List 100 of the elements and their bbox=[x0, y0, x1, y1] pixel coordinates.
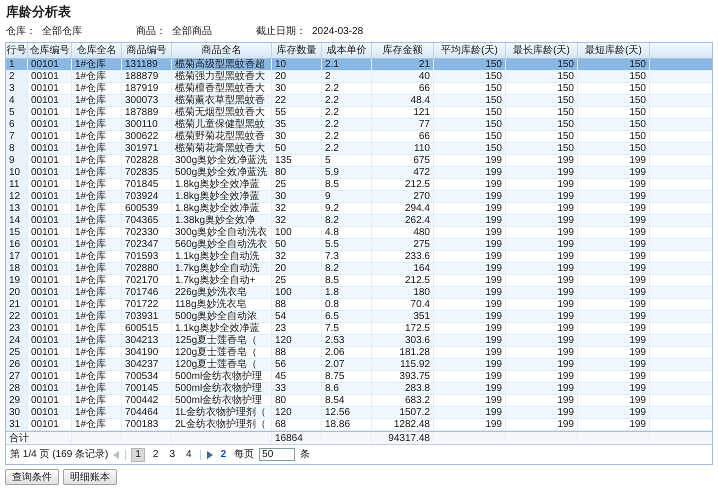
column-header[interactable]: 最短库龄(天) bbox=[578, 43, 650, 58]
column-header[interactable]: 商品编号 bbox=[122, 43, 172, 58]
table-cell: 304213 bbox=[122, 335, 172, 346]
table-cell: 00101 bbox=[28, 191, 72, 202]
table-row[interactable]: 29 00101 1#仓库 700442 500ml金纺衣物护理 80 8.54 683.2 199 199 199 bbox=[6, 395, 712, 407]
column-header[interactable]: 行号 bbox=[6, 43, 28, 58]
table-cell: 150 bbox=[434, 119, 506, 130]
table-row[interactable]: 13 00101 1#仓库 600539 1.8kg奥妙全效净蓝 32 9.2 294.4 199 199 199 bbox=[6, 203, 712, 215]
table-cell: 704464 bbox=[122, 407, 172, 418]
column-header[interactable]: 平均库龄(天) bbox=[434, 43, 506, 58]
table-row[interactable]: 17 00101 1#仓库 701593 1.1kg奥妙全自动洗 32 7.3 233.6 199 199 199 bbox=[6, 251, 712, 263]
table-row[interactable]: 14 00101 1#仓库 704365 1.38kg奥妙全效净 32 8.2 262.4 199 199 199 bbox=[6, 215, 712, 227]
table-cell: 88 bbox=[272, 347, 322, 358]
table-row[interactable]: 15 00101 1#仓库 702330 300g奥妙全自动洗衣 100 4.8 480 199 199 199 bbox=[6, 227, 712, 239]
table-row[interactable]: 23 00101 1#仓库 600515 1.1kg奥妙全效净蓝 23 7.5 172.5 199 199 199 bbox=[6, 323, 712, 335]
table-cell: 1.7kg奥妙全自动洗 bbox=[172, 263, 272, 274]
row-number: 11 bbox=[6, 179, 28, 190]
table-cell: 1#仓库 bbox=[72, 227, 122, 238]
table-cell: 199 bbox=[506, 239, 578, 250]
table-row[interactable]: 10 00101 1#仓库 702835 500g奥妙全效净蓝洗 80 5.9 472 199 199 199 bbox=[6, 167, 712, 179]
table-cell: 5 bbox=[322, 155, 372, 166]
table-row[interactable]: 18 00101 1#仓库 702880 1.7kg奥妙全自动洗 20 8.2 164 199 199 199 bbox=[6, 263, 712, 275]
table-cell: 150 bbox=[434, 59, 506, 70]
row-number: 15 bbox=[6, 227, 28, 238]
table-cell: 1#仓库 bbox=[72, 239, 122, 250]
table-cell: 1.1kg奥妙全自动洗 bbox=[172, 251, 272, 262]
page-link[interactable]: 4 bbox=[183, 448, 195, 460]
table-row[interactable]: 24 00101 1#仓库 304213 125g夏士莲香皂（ 120 2.53 303.6 199 199 199 bbox=[6, 335, 712, 347]
table-row[interactable]: 11 00101 1#仓库 701845 1.8kg奥妙全效净蓝 25 8.5 212.5 199 199 199 bbox=[6, 179, 712, 191]
column-header[interactable]: 库存数量 bbox=[272, 43, 322, 58]
column-header[interactable]: 库存金额 bbox=[372, 43, 434, 58]
table-cell: 00101 bbox=[28, 203, 72, 214]
page-link[interactable]: 3 bbox=[166, 448, 178, 460]
table-cell: 2.2 bbox=[322, 107, 372, 118]
row-number: 23 bbox=[6, 323, 28, 334]
table-row[interactable]: 16 00101 1#仓库 702347 560g奥妙全自动洗衣 50 5.5 275 199 199 199 bbox=[6, 239, 712, 251]
table-cell: 00101 bbox=[28, 383, 72, 394]
table-row[interactable]: 3 00101 1#仓库 187919 榄菊檀香型黑蚊香大 30 2.2 66 150 150 150 bbox=[6, 83, 712, 95]
table-cell: 1#仓库 bbox=[72, 359, 122, 370]
table-cell: 199 bbox=[578, 263, 650, 274]
table-row[interactable]: 4 00101 1#仓库 300073 榄菊薰衣草型黑蚊香 22 2.2 48.4 150 150 150 bbox=[6, 95, 712, 107]
table-cell: 48.4 bbox=[372, 95, 434, 106]
table-row[interactable]: 1 00101 1#仓库 131189 榄菊高级型黑蚊香超 10 2.1 21 150 150 150 bbox=[6, 59, 712, 71]
page-link[interactable]: 2 bbox=[150, 448, 162, 460]
row-number: 3 bbox=[6, 83, 28, 94]
table-cell: 131189 bbox=[122, 59, 172, 70]
column-header[interactable]: 最长库龄(天) bbox=[506, 43, 578, 58]
table-cell: 6.5 bbox=[322, 311, 372, 322]
toolbar-button[interactable]: 查询条件 bbox=[5, 469, 59, 485]
table-cell: 榄菊无烟型黑蚊香大 bbox=[172, 107, 272, 118]
table-cell: 472 bbox=[372, 167, 434, 178]
table-cell: 5.9 bbox=[322, 167, 372, 178]
table-cell: 00101 bbox=[28, 239, 72, 250]
table-cell: 1#仓库 bbox=[72, 311, 122, 322]
table-row[interactable]: 19 00101 1#仓库 702170 1.7kg奥妙全自动+ 25 8.5 212.5 199 199 199 bbox=[6, 275, 712, 287]
table-row[interactable]: 7 00101 1#仓库 300622 榄菊野菊花型黑蚊香 30 2.2 66 150 150 150 bbox=[6, 131, 712, 143]
column-header[interactable]: 成本单价 bbox=[322, 43, 372, 58]
table-row[interactable]: 26 00101 1#仓库 304237 120g夏士莲香皂（ 56 2.07 115.92 199 199 199 bbox=[6, 359, 712, 371]
row-number: 6 bbox=[6, 119, 28, 130]
table-cell: 500g奥妙全自动浓 bbox=[172, 311, 272, 322]
table-cell: 199 bbox=[578, 383, 650, 394]
table-cell: 199 bbox=[434, 215, 506, 226]
table-row[interactable]: 8 00101 1#仓库 301971 榄菊菊花膏黑蚊香大 50 2.2 110 150 150 150 bbox=[6, 143, 712, 155]
table-row[interactable]: 20 00101 1#仓库 701746 226g奥妙洗衣皂 100 1.8 180 199 199 199 bbox=[6, 287, 712, 299]
table-row[interactable]: 12 00101 1#仓库 703924 1.8kg奥妙全效净蓝 30 9 270 199 199 199 bbox=[6, 191, 712, 203]
table-cell: 199 bbox=[506, 287, 578, 298]
table-row[interactable]: 31 00101 1#仓库 700183 2L金纺衣物护理剂（ 68 18.86 1282.48 199 199 199 bbox=[6, 419, 712, 431]
table-cell: 121 bbox=[372, 107, 434, 118]
table-cell: 700534 bbox=[122, 371, 172, 382]
table-row[interactable]: 21 00101 1#仓库 701722 118g奥妙洗衣皂 88 0.8 70.4 199 199 199 bbox=[6, 299, 712, 311]
table-cell: 199 bbox=[578, 395, 650, 406]
jump-page-link[interactable]: 2 bbox=[218, 447, 230, 462]
page-link[interactable]: 1 bbox=[131, 448, 145, 462]
table-cell: 1#仓库 bbox=[72, 371, 122, 382]
toolbar-button[interactable]: 明细账本 bbox=[63, 469, 117, 485]
table-cell: 600515 bbox=[122, 323, 172, 334]
table-row[interactable]: 2 00101 1#仓库 188879 榄菊强力型黑蚊香大 20 2 40 150 150 150 bbox=[6, 71, 712, 83]
column-header[interactable]: 商品全名 bbox=[172, 43, 272, 58]
table-cell: 1#仓库 bbox=[72, 263, 122, 274]
next-page-icon[interactable] bbox=[206, 450, 213, 458]
table-cell: 00101 bbox=[28, 419, 72, 430]
table-cell: 199 bbox=[506, 419, 578, 430]
per-page-input[interactable]: 50 bbox=[259, 448, 296, 461]
column-header[interactable]: 仓库全名 bbox=[72, 43, 122, 58]
table-row[interactable]: 6 00101 1#仓库 300110 榄菊儿童保健型黑蚊 35 2.2 77 150 150 150 bbox=[6, 119, 712, 131]
table-cell: 199 bbox=[434, 299, 506, 310]
table-cell: 199 bbox=[434, 311, 506, 322]
table-cell: 00101 bbox=[28, 167, 72, 178]
table-row[interactable]: 28 00101 1#仓库 700145 500ml金纺衣物护理 33 8.6 283.8 199 199 199 bbox=[6, 383, 712, 395]
table-row[interactable]: 5 00101 1#仓库 187889 榄菊无烟型黑蚊香大 55 2.2 121 150 150 150 bbox=[6, 107, 712, 119]
table-cell: 199 bbox=[506, 215, 578, 226]
table-row[interactable]: 27 00101 1#仓库 700534 500ml金纺衣物护理 45 8.75 393.75 199 199 199 bbox=[6, 371, 712, 383]
table-row[interactable]: 22 00101 1#仓库 703931 500g奥妙全自动浓 54 6.5 351 199 199 199 bbox=[6, 311, 712, 323]
table-row[interactable]: 25 00101 1#仓库 304190 120g夏士莲香皂（ 88 2.06 181.28 199 199 199 bbox=[6, 347, 712, 359]
table-cell: 1#仓库 bbox=[72, 131, 122, 142]
table-row[interactable]: 9 00101 1#仓库 702828 300g奥妙全效净蓝洗 135 5 675 199 199 199 bbox=[6, 155, 712, 167]
table-cell: 275 bbox=[372, 239, 434, 250]
column-header[interactable]: 仓库编号 bbox=[28, 43, 72, 58]
table-row[interactable]: 30 00101 1#仓库 704464 1L金纺衣物护理剂（ 120 12.56 1507.2 199 199 199 bbox=[6, 407, 712, 419]
table-cell: 榄菊高级型黑蚊香超 bbox=[172, 59, 272, 70]
